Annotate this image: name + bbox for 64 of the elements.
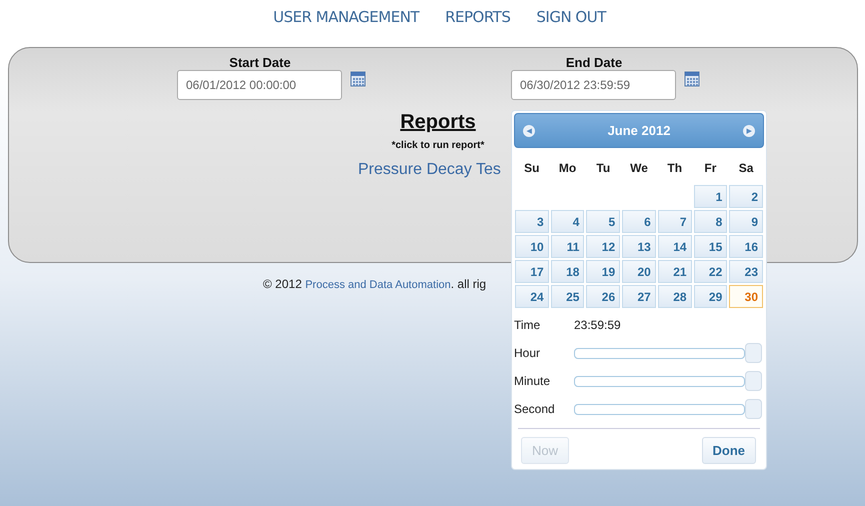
nav-link[interactable]: SIGN OUT xyxy=(522,8,606,47)
time-value: 23:59:59 xyxy=(574,318,621,332)
time-label: Time xyxy=(514,318,542,332)
day-cell[interactable]: 20 xyxy=(622,260,656,283)
slider-label: Second xyxy=(514,402,556,416)
weekday-label: Su xyxy=(523,160,541,177)
weekday-label: Th xyxy=(666,160,684,177)
day-cell[interactable]: 28 xyxy=(658,285,692,308)
nav-link[interactable]: REPORTS xyxy=(431,8,510,47)
slider-handle[interactable] xyxy=(745,371,762,391)
day-cell[interactable]: 24 xyxy=(515,285,549,308)
slider-handle[interactable] xyxy=(745,399,762,419)
reports-heading: Reports xyxy=(400,111,476,134)
day-cell[interactable]: 9 xyxy=(729,210,763,233)
weekday-label: Sa xyxy=(738,160,754,177)
day-cell[interactable]: 27 xyxy=(622,285,656,308)
day-cell[interactable]: 14 xyxy=(658,235,692,258)
time-slider[interactable] xyxy=(574,399,762,419)
weekday-label: Mo xyxy=(558,160,578,177)
field-label: End Date xyxy=(564,55,624,70)
day-cell[interactable]: 10 xyxy=(515,235,549,258)
slider-handle[interactable] xyxy=(745,343,762,363)
day-cell[interactable]: 18 xyxy=(550,260,584,283)
day-cell[interactable]: 30 xyxy=(729,285,763,308)
slider-label: Minute xyxy=(514,374,552,388)
day-cell[interactable]: 7 xyxy=(658,210,692,233)
day-cell[interactable]: 15 xyxy=(694,235,728,258)
field-label: Start Date xyxy=(228,55,292,70)
day-cell[interactable]: 5 xyxy=(586,210,620,233)
time-slider[interactable] xyxy=(574,371,762,391)
time-slider[interactable] xyxy=(574,343,762,363)
copyright-text: © 2012 Process and Data Automation. all rig xyxy=(263,277,488,291)
date-field[interactable]: 06/01/2012 00:00:00 xyxy=(177,70,342,100)
day-cell[interactable]: 23 xyxy=(729,260,763,283)
day-cell[interactable]: 3 xyxy=(515,210,549,233)
picker-button[interactable]: Done xyxy=(702,437,756,464)
day-cell[interactable]: 16 xyxy=(729,235,763,258)
day-cell[interactable]: 4 xyxy=(550,210,584,233)
day-cell[interactable]: 8 xyxy=(694,210,728,233)
weekday-label: We xyxy=(629,160,649,177)
day-cell[interactable]: 1 xyxy=(694,185,728,208)
day-cell[interactable]: 21 xyxy=(658,260,692,283)
hint-text: *click to run report* xyxy=(392,140,484,151)
day-cell[interactable]: 6 xyxy=(622,210,656,233)
day-cell[interactable]: 17 xyxy=(515,260,549,283)
calendar-icon[interactable] xyxy=(684,71,700,87)
report-link[interactable]: Pressure Decay Tes xyxy=(358,161,501,179)
calendar-icon[interactable] xyxy=(350,71,366,87)
day-cell[interactable]: 11 xyxy=(550,235,584,258)
weekday-label: Fr xyxy=(703,160,718,177)
nav-link[interactable]: USER MANAGEMENT xyxy=(259,8,420,47)
day-cell[interactable]: 13 xyxy=(622,235,656,258)
day-cell[interactable]: 26 xyxy=(586,285,620,308)
day-cell[interactable]: 25 xyxy=(550,285,584,308)
month-title: June 2012 xyxy=(608,123,670,138)
company-link[interactable]: Process and Data Automation xyxy=(305,279,451,291)
day-cell[interactable]: 12 xyxy=(586,235,620,258)
day-cell[interactable]: 2 xyxy=(729,185,763,208)
slider-label: Hour xyxy=(514,346,542,360)
day-cell[interactable]: 22 xyxy=(694,260,728,283)
day-cell[interactable]: 29 xyxy=(694,285,728,308)
day-cell[interactable]: 19 xyxy=(586,260,620,283)
date-field[interactable]: 06/30/2012 23:59:59 xyxy=(511,70,676,100)
weekday-label: Tu xyxy=(595,160,612,177)
